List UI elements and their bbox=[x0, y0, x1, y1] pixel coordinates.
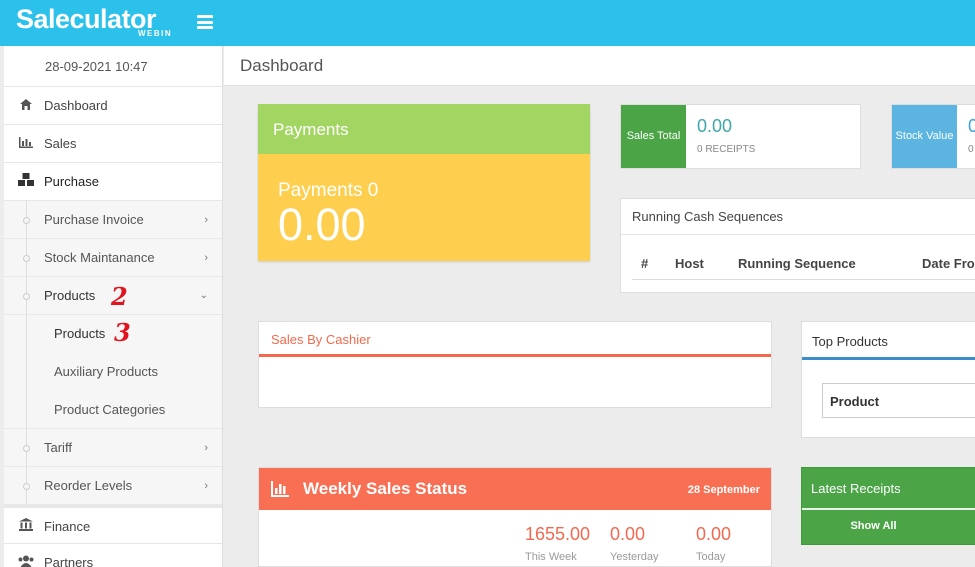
weekly-sales-date: 28 September bbox=[687, 484, 760, 496]
annotation-mark: 3 bbox=[114, 318, 131, 347]
sales-total-receipts: 0 RECEIPTS bbox=[697, 144, 756, 155]
product-select[interactable]: Product bbox=[822, 383, 975, 418]
latest-receipts-panel: Latest Receipts Show All bbox=[801, 467, 975, 545]
sidebar-item-label: Dashboard bbox=[44, 98, 108, 113]
this-week-value: 1655.00 bbox=[525, 524, 591, 544]
bank-icon bbox=[18, 508, 34, 546]
sidebar-item-label: Tariff bbox=[44, 440, 72, 455]
yesterday-value: 0.00 bbox=[610, 524, 646, 544]
sidebar-item-dashboard[interactable]: Dashboard bbox=[4, 87, 222, 125]
show-all-button[interactable]: Show All bbox=[802, 510, 975, 542]
stock-value-value: 0 bbox=[968, 116, 975, 136]
sidebar-item-finance[interactable]: Finance bbox=[4, 505, 222, 544]
latest-receipts-title: Latest Receipts bbox=[802, 468, 975, 510]
weekly-sales-title: Weekly Sales Status bbox=[303, 479, 468, 498]
sales-total-value: 0.00 bbox=[697, 116, 733, 136]
chevron-right-icon: › bbox=[204, 442, 208, 454]
sidebar-item-label: Products bbox=[44, 288, 96, 303]
page-title: Dashboard bbox=[240, 56, 324, 75]
bullet-icon bbox=[23, 483, 30, 490]
bar-chart-icon bbox=[271, 481, 289, 497]
sidebar-item-label: Sales bbox=[44, 136, 77, 151]
cubes-icon bbox=[18, 163, 34, 201]
sidebar-item-label: Reorder Levels bbox=[44, 478, 133, 493]
top-bar: Saleculator WEBIN bbox=[0, 0, 975, 46]
chevron-right-icon: › bbox=[204, 214, 208, 226]
sidebar-item-purchase[interactable]: Purchase bbox=[4, 163, 222, 201]
running-cash-header-row: # Host Running Sequence Date Fro bbox=[621, 235, 975, 292]
sidebar-item-reorder-levels[interactable]: Reorder Levels › bbox=[4, 467, 222, 505]
payments-title: Payments bbox=[258, 104, 590, 154]
stock-value-sub: 0 bbox=[968, 144, 974, 155]
today-value: 0.00 bbox=[696, 524, 732, 544]
sidebar-item-sales[interactable]: Sales bbox=[4, 125, 222, 163]
chevron-down-icon: ⌄ bbox=[199, 290, 208, 301]
purchase-submenu: Purchase Invoice › Stock Maintanance › P… bbox=[4, 201, 222, 505]
chevron-right-icon: › bbox=[204, 480, 208, 492]
sidebar-item-products-list[interactable]: Products bbox=[4, 315, 222, 353]
sidebar-item-label: Products bbox=[54, 326, 106, 341]
column-header[interactable]: Date Fro bbox=[922, 256, 975, 271]
bullet-icon bbox=[23, 293, 30, 300]
sidebar-item-label: Purchase bbox=[44, 174, 99, 189]
sidebar-item-label: Stock Maintanance bbox=[44, 250, 155, 265]
menu-toggle-icon[interactable] bbox=[197, 15, 213, 29]
column-header[interactable]: Host bbox=[675, 256, 704, 271]
brand-sub: WEBIN bbox=[138, 29, 173, 38]
bullet-icon bbox=[23, 217, 30, 224]
users-icon bbox=[18, 544, 34, 567]
bar-chart-icon bbox=[18, 125, 34, 163]
sidebar-datetime: 28-09-2021 10:47 bbox=[4, 46, 222, 87]
sidebar-item-partners[interactable]: Partners bbox=[4, 544, 222, 567]
content-header: Dashboard bbox=[224, 46, 975, 86]
top-products-panel: Top Products Product bbox=[801, 321, 975, 438]
sidebar-item-label: Auxiliary Products bbox=[54, 364, 159, 379]
sidebar-item-stock-maintanance[interactable]: Stock Maintanance › bbox=[4, 239, 222, 277]
running-cash-title: Running Cash Sequences bbox=[621, 199, 975, 235]
stock-value-tag: Stock Value bbox=[892, 105, 957, 168]
sidebar-item-label: Purchase Invoice bbox=[44, 212, 144, 227]
bullet-icon bbox=[23, 255, 30, 262]
annotation-mark: 2 bbox=[111, 282, 128, 311]
sidebar-item-label: Finance bbox=[44, 519, 91, 534]
sidebar-item-label: Product Categories bbox=[54, 402, 166, 417]
sidebar-item-label: Partners bbox=[44, 555, 94, 567]
sidebar-item-auxiliary-products[interactable]: Auxiliary Products bbox=[4, 353, 222, 391]
yesterday-label: Yesterday bbox=[610, 551, 659, 563]
this-week-label: This Week bbox=[525, 551, 577, 563]
column-header[interactable]: # bbox=[641, 256, 648, 271]
payments-value: 0.00 bbox=[278, 199, 366, 250]
sidebar-item-product-categories[interactable]: Product Categories bbox=[4, 391, 222, 429]
bullet-icon bbox=[23, 445, 30, 452]
sidebar-item-purchase-invoice[interactable]: Purchase Invoice › bbox=[4, 201, 222, 239]
today-label: Today bbox=[696, 551, 726, 563]
sales-by-cashier-title: Sales By Cashier bbox=[259, 322, 771, 357]
sidebar-item-tariff[interactable]: Tariff › bbox=[4, 429, 222, 467]
column-header[interactable]: Running Sequence bbox=[738, 256, 856, 271]
weekly-sales-panel: Weekly Sales Status 28 September 1655.00… bbox=[258, 467, 772, 567]
brand-logo[interactable]: Saleculator bbox=[16, 3, 157, 35]
payments-card: Payments Payments 0 0.00 bbox=[258, 104, 590, 261]
stock-value-box[interactable]: Stock Value 0 0 bbox=[891, 104, 975, 169]
running-cash-panel: Running Cash Sequences # Host Running Se… bbox=[620, 198, 975, 293]
top-products-title: Top Products bbox=[802, 322, 975, 360]
sales-total-box[interactable]: Sales Total 0.00 0 RECEIPTS bbox=[620, 104, 861, 169]
sales-total-tag: Sales Total bbox=[621, 105, 686, 168]
sales-by-cashier-panel: Sales By Cashier bbox=[258, 321, 772, 408]
home-icon bbox=[18, 87, 34, 125]
chevron-right-icon: › bbox=[204, 252, 208, 264]
